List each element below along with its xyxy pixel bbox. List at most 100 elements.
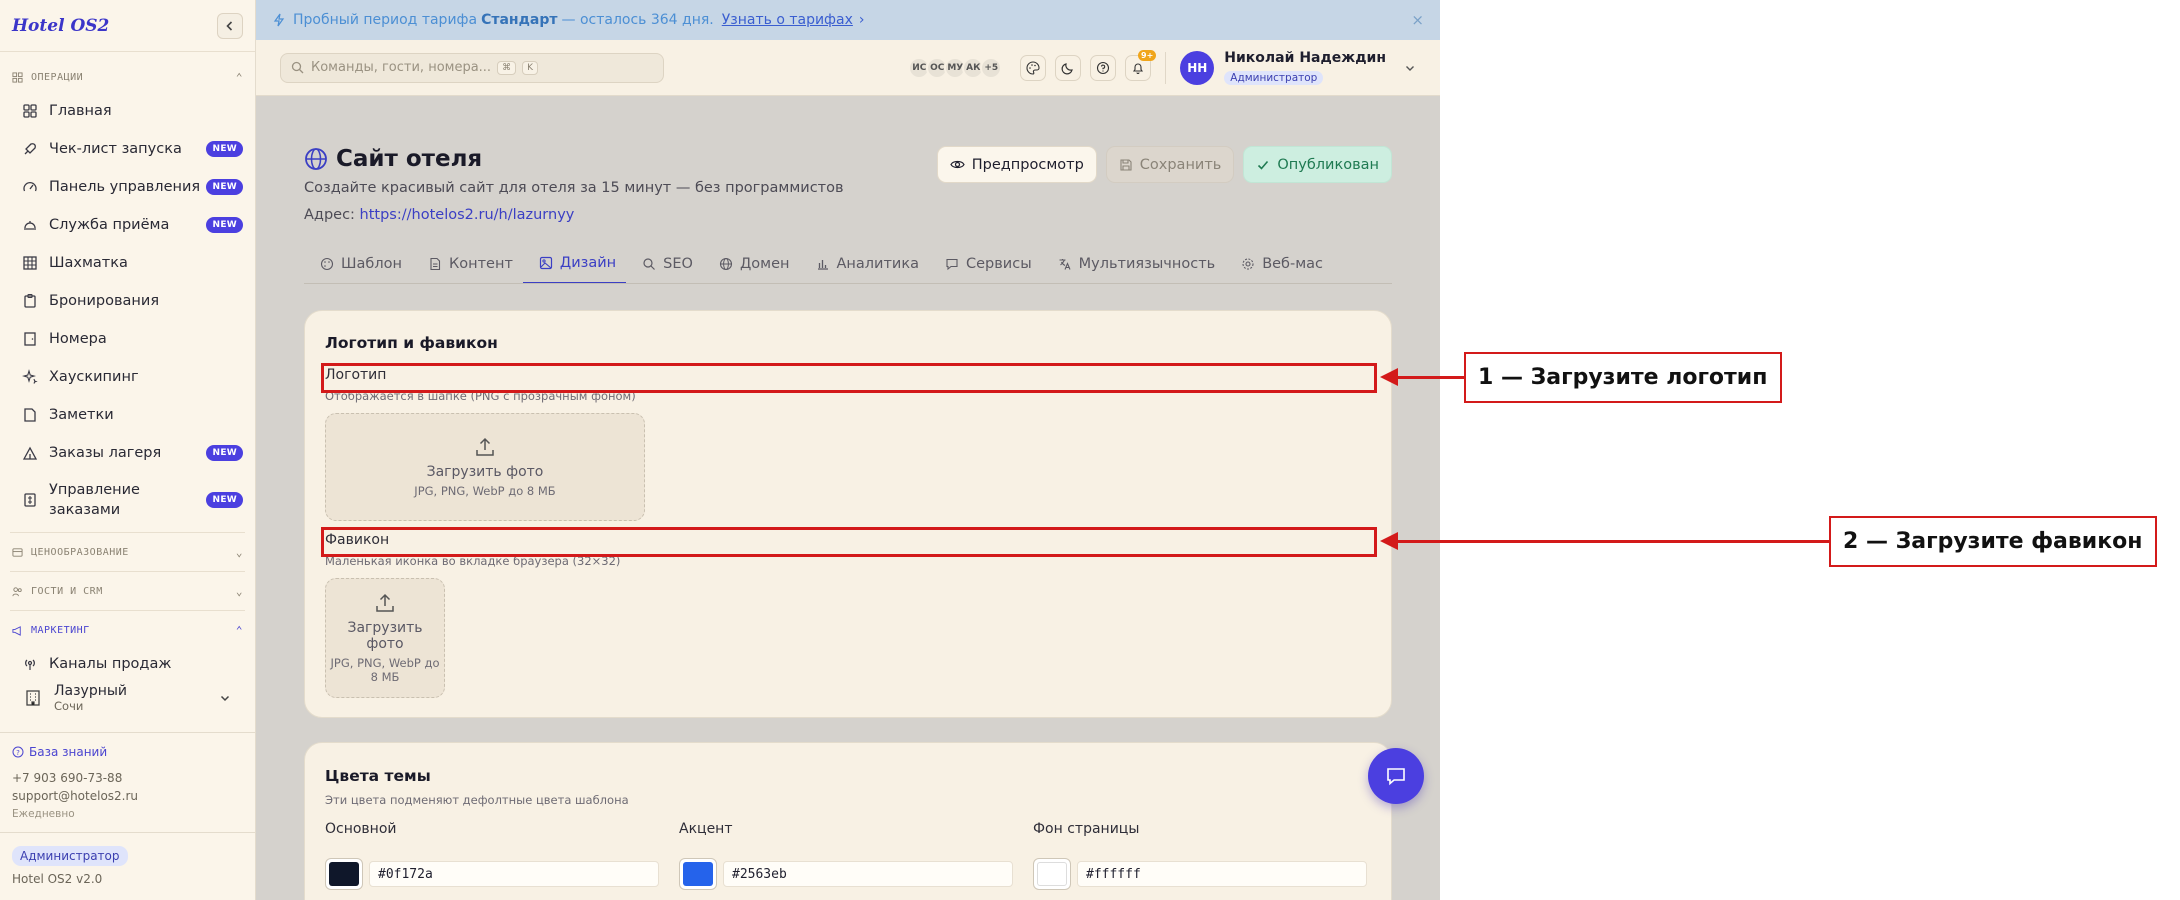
chevron-left-icon	[226, 20, 233, 31]
check-icon	[1258, 160, 1269, 170]
theme-palette-button[interactable]	[1020, 54, 1047, 81]
sidebar-item-chessboard[interactable]: Шахматка	[0, 244, 255, 282]
sidebar-item-home[interactable]: Главная	[0, 92, 255, 130]
card-title: Цвета темы	[325, 767, 431, 785]
chat-button[interactable]	[1368, 748, 1424, 804]
presence-avatars[interactable]: ИС ОС МУ АК +5	[908, 56, 1003, 79]
tab-multilang[interactable]: Мультиязычность	[1042, 244, 1226, 283]
new-badge: NEW	[206, 179, 243, 195]
accent-color-field	[679, 858, 1013, 890]
sidebar-item-notes[interactable]: Заметки	[0, 396, 255, 434]
background-color-input[interactable]	[1077, 861, 1367, 887]
sidebar-item-label: Заметки	[49, 407, 114, 423]
sidebar-item-front-desk[interactable]: Служба приёма NEW	[0, 206, 255, 244]
tab-webmaster[interactable]: Веб-мас	[1225, 244, 1333, 283]
help-button[interactable]	[1090, 54, 1117, 81]
receipt-icon	[24, 493, 36, 507]
file-icon	[430, 257, 441, 271]
brand-logo[interactable]: Hotel OS2	[12, 16, 109, 36]
image-icon	[539, 256, 553, 270]
published-button[interactable]: Опубликован	[1243, 146, 1392, 183]
tab-content[interactable]: Контент	[412, 244, 523, 283]
sidebar-item-rooms[interactable]: Номера	[0, 320, 255, 358]
sidebar-item-label: Управление заказами	[49, 482, 140, 518]
help-circle-icon	[1097, 61, 1110, 74]
sidebar-item-order-management[interactable]: Управление заказами NEW	[0, 472, 255, 528]
search-icon	[291, 61, 304, 74]
divider	[1165, 51, 1167, 84]
logo-upload-dropzone[interactable]: Загрузить фото JPG, PNG, WebP до 8 МБ	[325, 413, 645, 521]
grid-icon	[12, 71, 23, 83]
chevron-up-icon: ⌃	[235, 70, 243, 84]
tab-seo[interactable]: SEO	[626, 244, 703, 283]
knowledge-base-label: База знаний	[29, 745, 108, 759]
sidebar-item-bookings[interactable]: Бронирования	[0, 282, 255, 320]
primary-color-label: Основной	[325, 821, 397, 837]
main-area: Пробный период тарифа Стандарт — осталос…	[256, 0, 1440, 900]
site-url-link[interactable]: https://hotelos2.ru/h/lazurnyy	[360, 207, 575, 223]
close-banner-button[interactable]: ×	[1411, 11, 1424, 29]
command-search[interactable]: Команды, гости, номера... ⌘ K	[280, 52, 664, 83]
primary-color-field	[325, 858, 659, 890]
save-icon	[1120, 158, 1132, 171]
background-color-swatch[interactable]	[1033, 858, 1071, 890]
sidebar-item-dashboard[interactable]: Панель управления NEW	[0, 168, 255, 206]
group-guests-crm[interactable]: ГОСТИ И CRM ⌄	[0, 576, 255, 606]
background-color-field	[1033, 858, 1367, 890]
sidebar-footer: Администратор Hotel OS2 v2.0	[0, 832, 255, 898]
upload-text: Загрузить фото	[426, 464, 544, 480]
tab-services[interactable]: Сервисы	[929, 244, 1042, 283]
notification-count: 9+	[1138, 49, 1157, 61]
support-block: ? База знаний +7 903 690-73-88 support@h…	[0, 732, 255, 833]
sidebar-item-launch-checklist[interactable]: Чек-лист запуска NEW	[0, 130, 255, 168]
group-pricing[interactable]: ЦЕНООБРАЗОВАНИЕ ⌄	[0, 537, 255, 567]
save-button[interactable]: Сохранить	[1105, 146, 1235, 183]
app-version: Hotel OS2 v2.0	[12, 872, 103, 886]
user-menu[interactable]: НН Николай Надеждин Администратор	[1180, 50, 1416, 85]
primary-color-swatch[interactable]	[325, 858, 363, 890]
clipboard-icon	[24, 293, 36, 308]
group-operations-label: ОПЕРАЦИИ	[31, 71, 84, 83]
dark-mode-button[interactable]	[1055, 54, 1082, 81]
support-phone[interactable]: +7 903 690-73-88	[12, 769, 243, 787]
hotel-info: Лазурный Сочи	[54, 683, 127, 713]
tab-design[interactable]: Дизайн	[522, 244, 627, 283]
favicon-upload-dropzone[interactable]: Загрузить фото JPG, PNG, WebP до 8 МБ	[325, 578, 445, 698]
accent-color-input[interactable]	[723, 861, 1013, 887]
sparkle-icon	[22, 369, 38, 384]
upload-text: Загрузить фото	[347, 620, 423, 652]
preview-label: Предпросмотр	[971, 156, 1084, 173]
support-hours: Ежедневно	[12, 808, 75, 820]
palette-icon	[1026, 60, 1040, 75]
sidebar-item-label: Хаускипинг	[49, 369, 139, 385]
tariffs-link[interactable]: Узнать о тарифах	[722, 12, 853, 28]
site-address: Адрес: https://hotelos2.ru/h/lazurnyy	[304, 207, 574, 223]
tab-label: Сервисы	[966, 256, 1032, 272]
group-marketing[interactable]: МАРКЕТИНГ ⌃	[0, 615, 255, 645]
divider	[10, 610, 245, 611]
divider	[10, 571, 245, 572]
sidebar-item-camp-orders[interactable]: Заказы лагеря NEW	[0, 434, 255, 472]
tab-template[interactable]: Шаблон	[304, 244, 412, 283]
upload-icon	[376, 593, 394, 612]
hotel-switcher[interactable]: Лазурный Сочи	[8, 676, 247, 720]
new-badge: NEW	[206, 445, 243, 461]
support-email[interactable]: support@hotelos2.ru	[12, 787, 243, 805]
collapse-sidebar-button[interactable]	[217, 12, 243, 39]
primary-color-input[interactable]	[369, 861, 659, 887]
theme-colors-card: Цвета темы Эти цвета подменяют дефолтные…	[304, 742, 1392, 900]
accent-color-swatch[interactable]	[679, 858, 717, 890]
tab-domain[interactable]: Домен	[703, 244, 800, 283]
group-operations[interactable]: ОПЕРАЦИИ ⌃	[0, 62, 255, 92]
knowledge-base-link[interactable]: ? База знаний	[12, 743, 243, 761]
preview-button[interactable]: Предпросмотр	[936, 146, 1097, 183]
chevron-down-icon	[220, 695, 230, 702]
callout-upload-logo: 1 — Загрузите логотип	[1464, 352, 1782, 403]
tab-analytics[interactable]: Аналитика	[800, 244, 930, 283]
role-badge: Администратор	[12, 846, 128, 866]
gear-icon	[1242, 258, 1254, 270]
translate-icon	[1059, 259, 1071, 270]
eye-icon	[950, 160, 965, 169]
sidebar-item-housekeeping[interactable]: Хаускипинг	[0, 358, 255, 396]
notifications-button[interactable]: 9+	[1125, 49, 1157, 81]
